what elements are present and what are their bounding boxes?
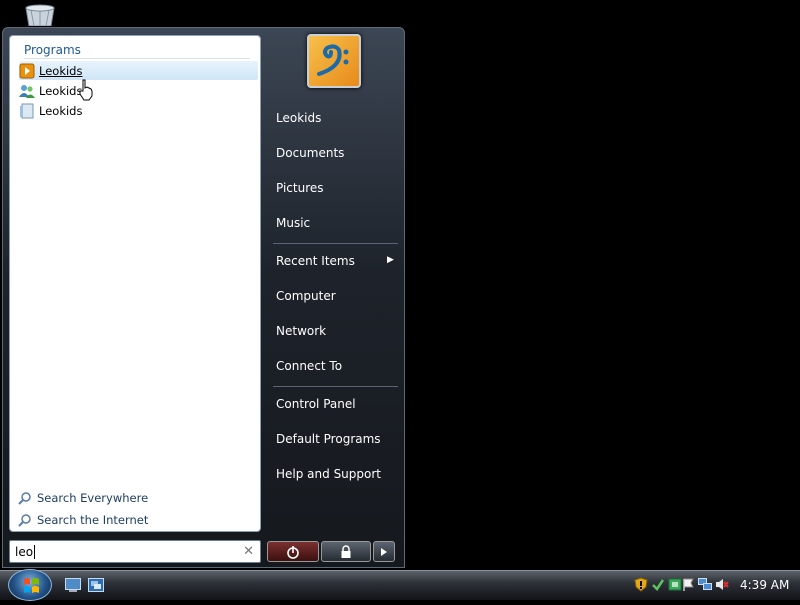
search-icon [18,514,31,527]
programs-header: Programs [24,43,250,59]
menu-item-connect-to[interactable]: Connect To [276,356,342,376]
program-item-leokids-document[interactable]: Leokids [19,101,258,120]
menu-separator [273,243,398,244]
menu-item-computer[interactable]: Computer [276,286,336,306]
flag-icon[interactable] [682,577,696,592]
program-label: Leokids [39,63,83,78]
power-icon [287,545,299,559]
hand-cursor-icon [79,79,93,101]
software-update-icon[interactable] [651,577,665,592]
network-icon[interactable] [698,577,712,592]
search-input-value: leo [15,544,34,559]
system-clock[interactable]: 4:39 AM [740,578,789,592]
menu-item-music[interactable]: Music [276,213,310,233]
search-internet-link[interactable]: Search the Internet [18,511,148,529]
menu-item-pictures[interactable]: Pictures [276,178,324,198]
search-everywhere-link[interactable]: Search Everywhere [18,489,148,507]
start-search-input[interactable]: leo ✕ [9,540,261,563]
switch-windows-icon[interactable] [88,578,104,592]
taskbar: 4:39 AM [0,569,800,601]
menu-item-recent-items[interactable]: Recent Items [276,251,355,271]
shutdown-options-button[interactable] [373,541,395,562]
lock-icon [341,544,351,558]
menu-item-user-folder[interactable]: Leokids [276,108,321,128]
program-item-leokids-users[interactable]: Leokids [19,81,258,100]
menu-item-help-support[interactable]: Help and Support [276,464,381,484]
security-shield-icon[interactable] [634,577,648,592]
search-icon [18,492,31,505]
document-icon [20,103,34,118]
recycle-bin-icon[interactable] [22,2,58,26]
windows-logo-icon [24,578,39,593]
program-label: Leokids [39,83,83,98]
program-item-leokids-media[interactable]: Leokids [19,61,258,80]
media-player-icon [19,63,35,78]
power-button[interactable] [267,541,319,562]
menu-item-network[interactable]: Network [276,321,326,341]
lock-button[interactable] [321,541,371,562]
program-label: Leokids [39,103,83,118]
search-everywhere-label: Search Everywhere [37,491,149,505]
programs-pane: Programs Leokids Leokids Leokids Search … [9,35,261,532]
start-menu: Programs Leokids Leokids Leokids Search … [2,27,405,568]
user-picture[interactable] [307,34,361,88]
start-button[interactable] [8,569,52,601]
menu-item-documents[interactable]: Documents [276,143,344,163]
volume-muted-icon[interactable] [715,577,729,592]
windows-defender-icon[interactable] [668,577,682,592]
search-internet-label: Search the Internet [37,513,149,527]
desktop: Programs Leokids Leokids Leokids Search … [0,0,800,601]
menu-item-default-programs[interactable]: Default Programs [276,429,381,449]
show-desktop-icon[interactable] [65,578,81,592]
arrow-right-icon [381,547,387,556]
bass-clef-icon [317,44,349,76]
menu-separator [273,386,398,387]
clear-search-icon[interactable]: ✕ [243,544,254,559]
submenu-arrow-icon: ▶ [387,255,394,265]
users-icon [19,84,35,98]
menu-item-control-panel[interactable]: Control Panel [276,394,356,414]
